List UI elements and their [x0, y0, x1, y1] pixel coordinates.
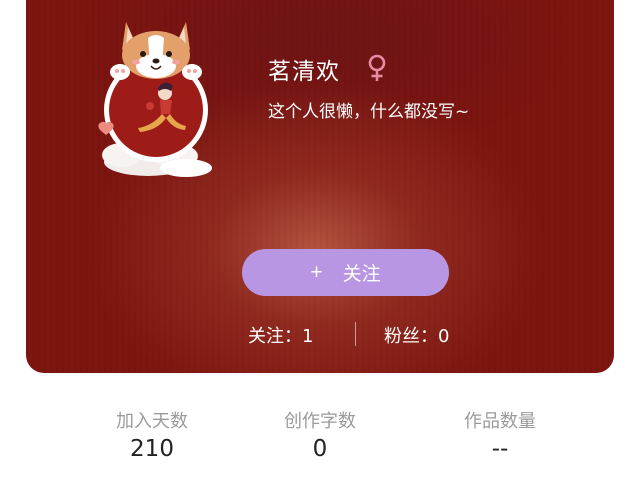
metric-word-count: 创作字数 0 [250, 407, 390, 462]
metrics-card: 加入天数 210 创作字数 0 作品数量 -- [52, 373, 588, 492]
female-gender-icon [368, 54, 386, 81]
metric-value: -- [491, 436, 509, 462]
metric-label: 加入天数 [116, 411, 188, 432]
metric-label: 作品数量 [464, 411, 536, 432]
metric-value: 210 [130, 436, 174, 462]
metric-value: 0 [312, 436, 328, 462]
metric-join-days: 加入天数 210 [82, 407, 222, 462]
metric-works-count[interactable]: 作品数量 -- [430, 407, 570, 462]
avatar[interactable] [86, 10, 226, 185]
fans-stat[interactable]: 粉丝：0 [384, 322, 449, 348]
following-stat[interactable]: 关注：1 [248, 322, 313, 348]
plus-icon: + [310, 261, 323, 284]
profile-bio: 这个人很懒，什么都没写~ [268, 102, 470, 122]
follow-button[interactable]: + 关注 [242, 249, 449, 296]
following-count: 1 [302, 326, 314, 347]
stats-divider [355, 322, 356, 346]
fans-count: 0 [438, 326, 450, 347]
metric-label: 创作字数 [284, 411, 356, 432]
following-label: 关注： [248, 326, 302, 347]
profile-header: 茗清欢 这个人很懒，什么都没写~ + 关注 关注：1 粉丝：0 [26, 0, 614, 373]
follow-button-label: 关注 [342, 264, 381, 285]
fans-label: 粉丝： [384, 326, 438, 347]
corgi-avatar-frame-icon [98, 22, 212, 177]
username: 茗清欢 [268, 59, 340, 85]
